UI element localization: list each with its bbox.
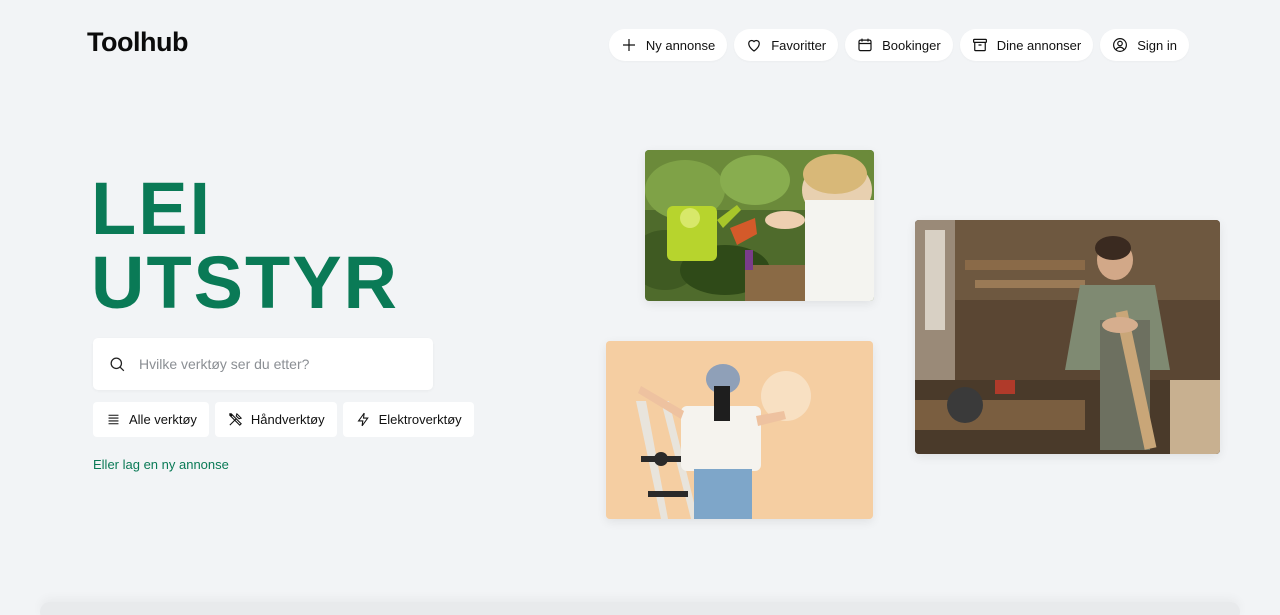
favorites-label: Favoritter [771,37,827,53]
search-icon [110,357,125,371]
archive-icon [972,38,987,52]
user-circle-icon [1113,38,1128,52]
new-listing-label: Ny annonse [645,37,716,53]
category-filters: Alle verktøy Håndverktøy Elektroverktøy [93,402,474,437]
painting-woman-image [606,341,873,519]
category-label: Elektroverktøy [378,412,462,427]
my-listings-label: Dine annonser [996,37,1082,53]
top-nav: Ny annonse Favoritter Bookinger Dine ann… [608,29,1189,61]
sign-in-label: Sign in [1137,37,1177,53]
bookings-label: Bookinger [882,37,941,53]
sign-in-button[interactable]: Sign in [1100,29,1189,61]
bottom-section-edge [40,602,1240,615]
carpenter-workshop-image [915,220,1220,454]
logo[interactable]: Toolhub [87,27,188,58]
list-icon [108,414,119,425]
favorites-button[interactable]: Favoritter [734,29,839,61]
calendar-icon [858,38,872,52]
category-label: Håndverktøy [250,412,325,427]
hero-title-line-1: LEI [91,167,213,250]
lightning-icon [357,412,369,427]
category-power-tools[interactable]: Elektroverktøy [342,402,474,437]
my-listings-button[interactable]: Dine annonser [959,29,1094,61]
bookings-button[interactable]: Bookinger [845,29,953,61]
hero-title: LEI UTSTYR [91,172,399,320]
category-label: Alle verktøy [129,412,197,427]
create-listing-link[interactable]: Eller lag en ny annonse [93,457,229,472]
hero-title-line-2: UTSTYR [91,241,399,324]
search-input[interactable] [139,356,399,372]
category-all-tools[interactable]: Alle verktøy [93,402,209,437]
search-box [93,338,433,390]
tools-icon [229,412,243,426]
new-listing-button[interactable]: Ny annonse [608,29,728,61]
category-hand-tools[interactable]: Håndverktøy [214,402,337,437]
plus-icon [622,39,635,51]
gardening-child-image [645,150,874,301]
heart-icon [748,39,761,52]
